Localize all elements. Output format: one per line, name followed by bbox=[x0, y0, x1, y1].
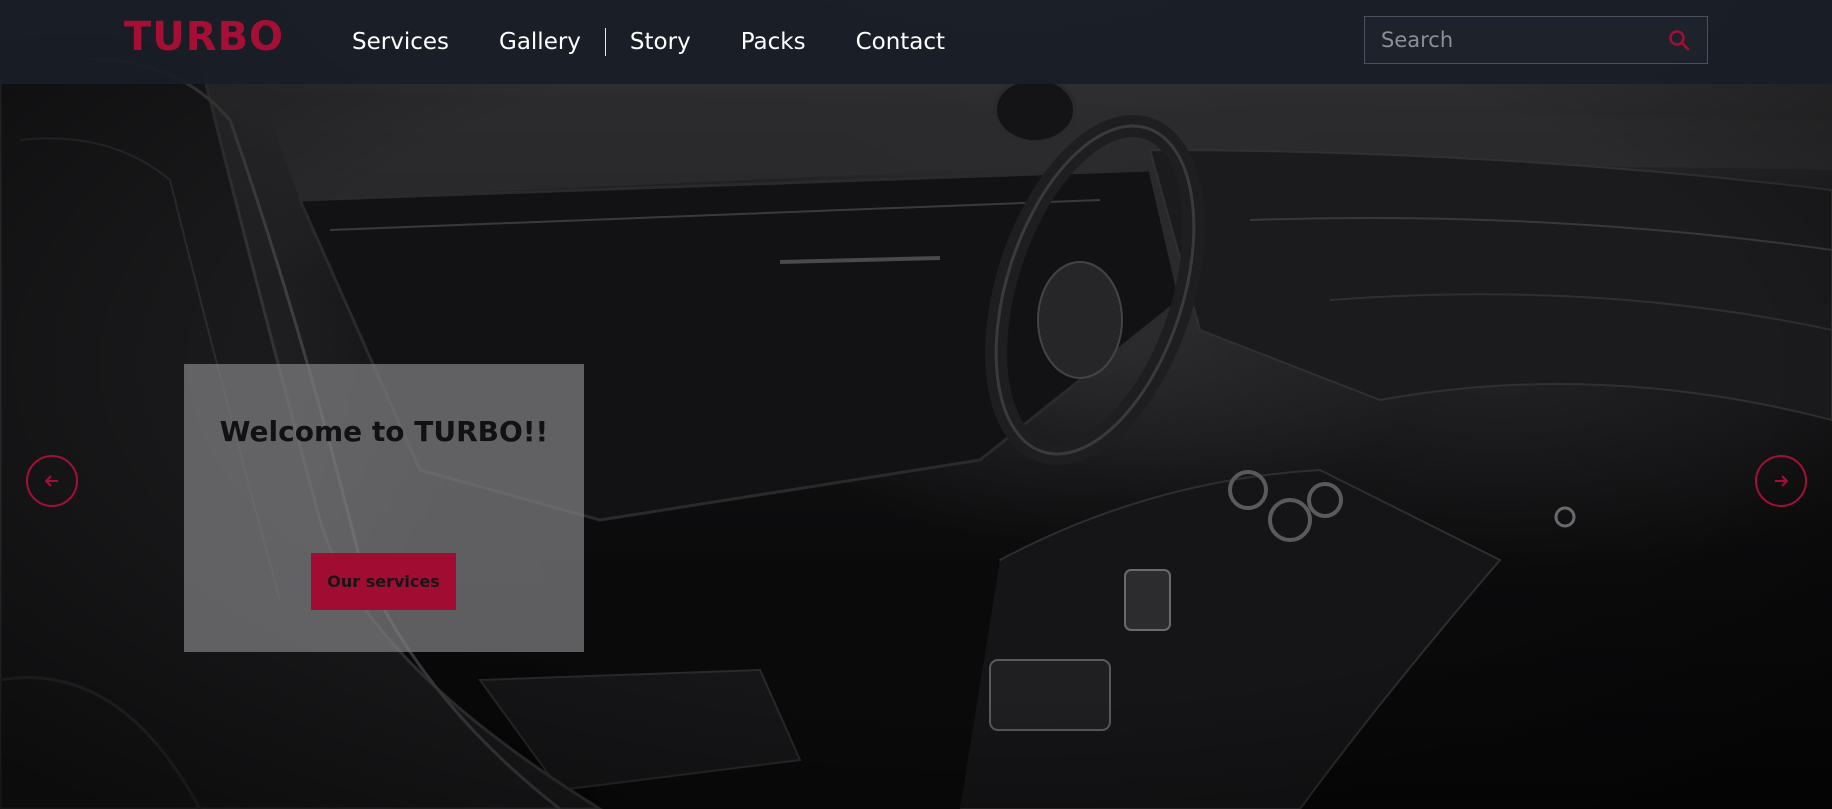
welcome-card: Welcome to TURBO!! Our services bbox=[184, 364, 584, 652]
arrow-left-icon bbox=[44, 475, 58, 487]
nav-item-contact[interactable]: Contact bbox=[856, 29, 945, 55]
carousel-prev-button[interactable] bbox=[26, 455, 78, 507]
our-services-button[interactable]: Our services bbox=[311, 553, 456, 610]
nav-divider bbox=[604, 28, 606, 56]
main-nav: Services Gallery Story Packs Contact bbox=[352, 0, 945, 84]
welcome-title: Welcome to TURBO!! bbox=[219, 415, 549, 448]
nav-item-services[interactable]: Services bbox=[352, 29, 449, 55]
logo[interactable]: TURBO bbox=[124, 14, 284, 60]
search-icon[interactable] bbox=[1667, 28, 1691, 52]
nav-item-gallery[interactable]: Gallery bbox=[499, 29, 581, 55]
hero-slider: Welcome to TURBO!! Our services bbox=[0, 0, 1832, 809]
carousel-next-button[interactable] bbox=[1755, 455, 1807, 507]
arrow-right-icon bbox=[1775, 475, 1789, 487]
nav-item-packs[interactable]: Packs bbox=[741, 29, 806, 55]
search-input[interactable] bbox=[1365, 17, 1655, 63]
search-box bbox=[1364, 16, 1708, 64]
nav-item-story[interactable]: Story bbox=[630, 29, 691, 55]
site-header: TURBO Services Gallery Story Packs Conta… bbox=[0, 0, 1832, 84]
